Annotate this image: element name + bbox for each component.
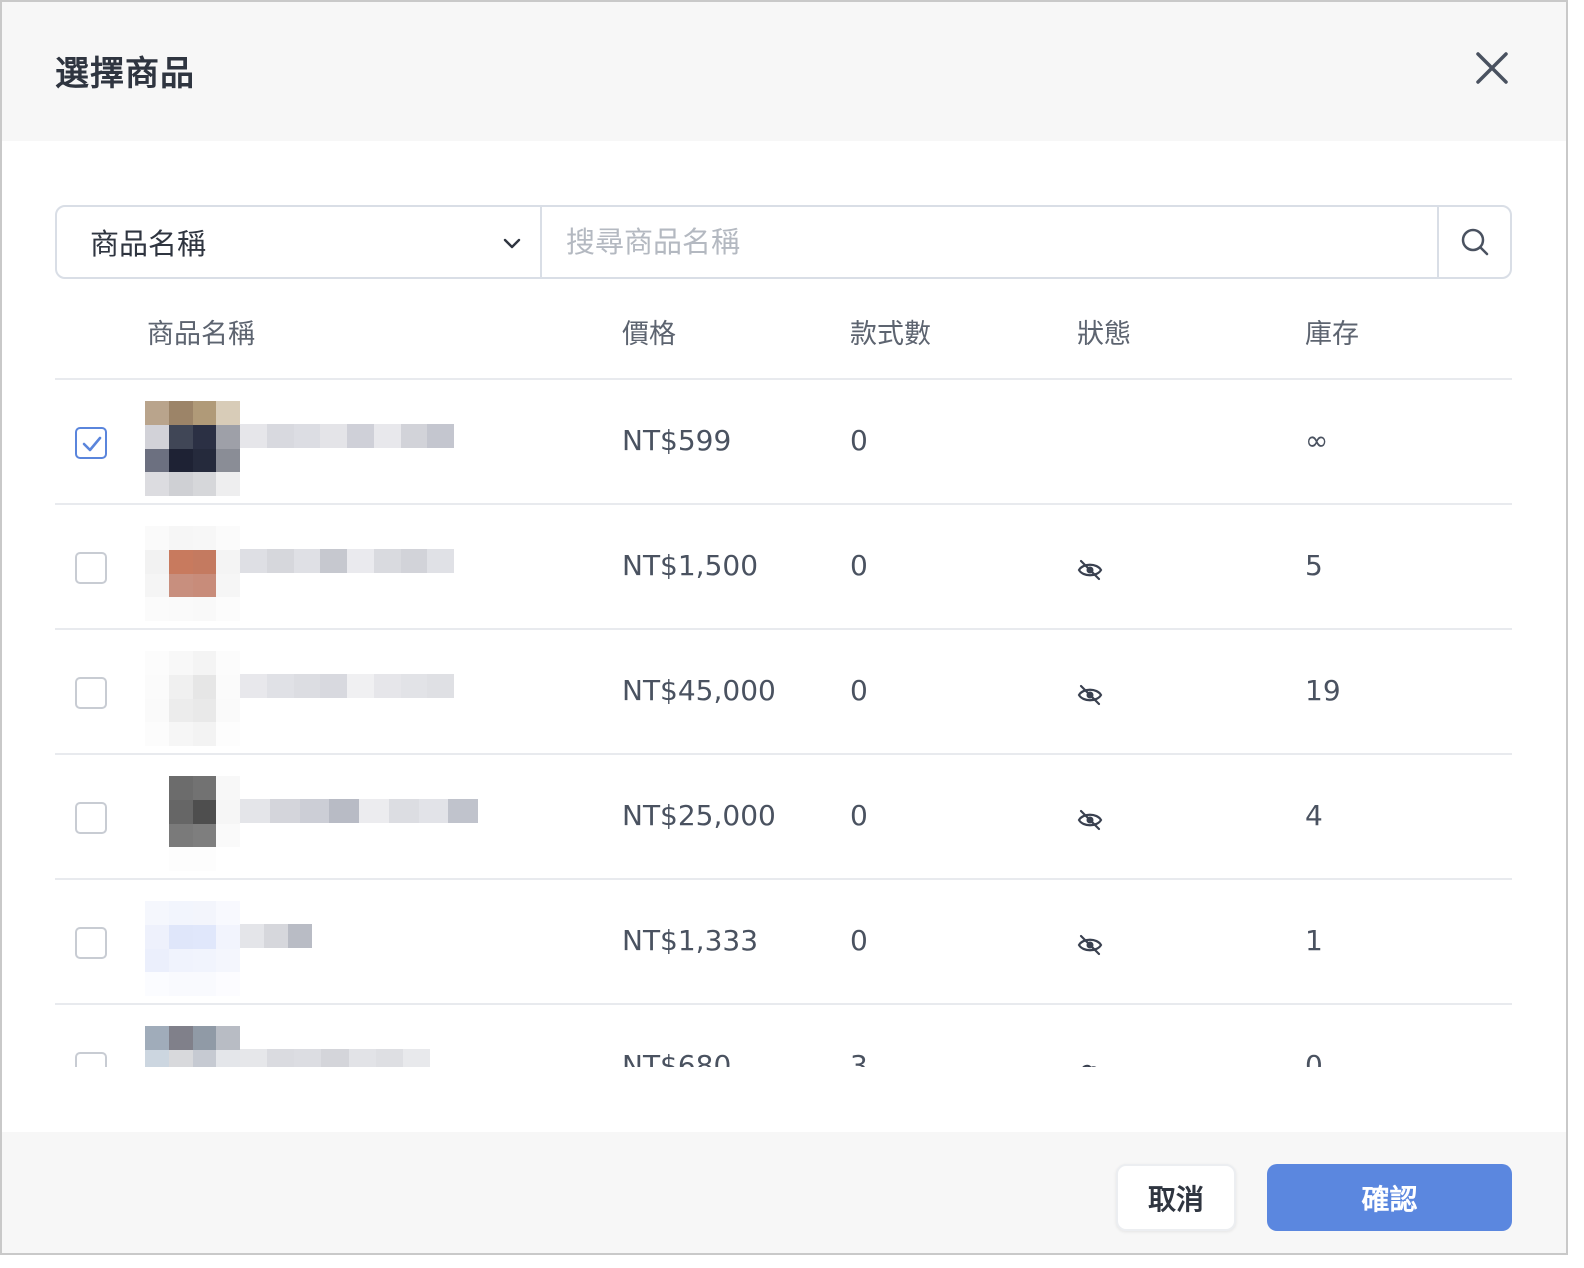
search-input[interactable] bbox=[542, 207, 1437, 277]
chevron-down-icon bbox=[503, 238, 521, 249]
product-name-redacted bbox=[240, 674, 454, 698]
column-header-status: 狀態 bbox=[1077, 319, 1131, 350]
product-name-redacted bbox=[240, 924, 312, 948]
table-header: 商品名稱 價格 款式數 狀態 庫存 bbox=[55, 302, 1512, 380]
product-variant-count: 0 bbox=[850, 924, 868, 957]
product-variant-count: 0 bbox=[850, 674, 868, 707]
product-price: NT$599 bbox=[622, 424, 732, 457]
eye-off-icon bbox=[1077, 559, 1103, 581]
product-stock: 4 bbox=[1305, 799, 1323, 832]
dialog-header: 選擇商品 bbox=[2, 2, 1566, 141]
product-thumbnail bbox=[145, 401, 240, 496]
product-thumbnail bbox=[145, 651, 240, 746]
search-field-selected: 商品名稱 bbox=[90, 227, 207, 261]
row-checkbox[interactable] bbox=[75, 427, 107, 459]
row-checkbox[interactable] bbox=[75, 677, 107, 709]
status-hidden bbox=[1077, 805, 1103, 838]
product-name-redacted bbox=[240, 424, 454, 448]
table-row[interactable]: NT$680 3 0 bbox=[55, 1005, 1512, 1067]
product-variant-count: 0 bbox=[850, 549, 868, 582]
product-thumbnail bbox=[145, 1026, 240, 1067]
product-price: NT$1,500 bbox=[622, 549, 759, 582]
table-row[interactable]: NT$1,500 0 5 bbox=[55, 505, 1512, 630]
column-header-price: 價格 bbox=[622, 319, 676, 350]
table-row[interactable]: NT$1,333 0 1 bbox=[55, 880, 1512, 1005]
search-bar: 商品名稱 bbox=[55, 205, 1512, 279]
product-table-body: NT$599 0 ∞ NT$1,500 0 5 NT$45,000 0 19 N… bbox=[55, 380, 1512, 1067]
eye-off-icon bbox=[1077, 684, 1103, 706]
search-icon bbox=[1461, 228, 1488, 256]
eye-off-icon bbox=[1077, 809, 1103, 831]
row-checkbox[interactable] bbox=[75, 927, 107, 959]
close-button[interactable] bbox=[1470, 46, 1514, 90]
select-product-dialog: 選擇商品 商品名稱 商品名稱 價格 款式數 狀態 庫存 bbox=[0, 0, 1568, 1255]
product-name-redacted bbox=[240, 1049, 430, 1067]
product-price: NT$1,333 bbox=[622, 924, 759, 957]
product-price: NT$25,000 bbox=[622, 799, 776, 832]
status-hidden bbox=[1077, 930, 1103, 963]
checkmark-icon bbox=[82, 436, 102, 452]
row-checkbox[interactable] bbox=[75, 552, 107, 584]
status-hidden bbox=[1077, 680, 1103, 713]
dialog-title: 選擇商品 bbox=[55, 54, 195, 94]
product-name-redacted bbox=[240, 799, 478, 823]
product-thumbnail bbox=[145, 901, 240, 996]
search-field-select[interactable]: 商品名稱 bbox=[57, 207, 542, 277]
product-name-redacted bbox=[240, 549, 454, 573]
close-icon bbox=[1476, 52, 1508, 84]
table-row[interactable]: NT$45,000 0 19 bbox=[55, 630, 1512, 755]
product-stock: ∞ bbox=[1305, 424, 1329, 457]
cancel-button[interactable]: 取消 bbox=[1116, 1164, 1236, 1231]
row-checkbox[interactable] bbox=[75, 802, 107, 834]
eye-off-icon bbox=[1077, 934, 1103, 956]
confirm-button[interactable]: 確認 bbox=[1267, 1164, 1512, 1231]
product-stock: 0 bbox=[1305, 1049, 1323, 1067]
cloud-off-icon bbox=[1082, 1064, 1097, 1067]
product-price: NT$45,000 bbox=[622, 674, 776, 707]
product-variant-count: 0 bbox=[850, 799, 868, 832]
product-variant-count: 3 bbox=[850, 1049, 868, 1067]
table-row[interactable]: NT$599 0 ∞ bbox=[55, 380, 1512, 505]
product-stock: 1 bbox=[1305, 924, 1323, 957]
dialog-footer: 取消 確認 bbox=[2, 1132, 1566, 1253]
product-thumbnail bbox=[145, 526, 240, 621]
search-button[interactable] bbox=[1437, 207, 1510, 277]
status-unpublished bbox=[1077, 1055, 1103, 1067]
table-row[interactable]: NT$25,000 0 4 bbox=[55, 755, 1512, 880]
status-hidden bbox=[1077, 555, 1103, 588]
column-header-variants: 款式數 bbox=[850, 319, 931, 350]
column-header-name: 商品名稱 bbox=[147, 319, 255, 350]
product-price: NT$680 bbox=[622, 1049, 732, 1067]
product-stock: 5 bbox=[1305, 549, 1323, 582]
column-header-stock: 庫存 bbox=[1305, 319, 1359, 350]
product-thumbnail bbox=[145, 776, 240, 871]
product-stock: 19 bbox=[1305, 674, 1341, 707]
row-checkbox[interactable] bbox=[75, 1052, 107, 1067]
product-variant-count: 0 bbox=[850, 424, 868, 457]
